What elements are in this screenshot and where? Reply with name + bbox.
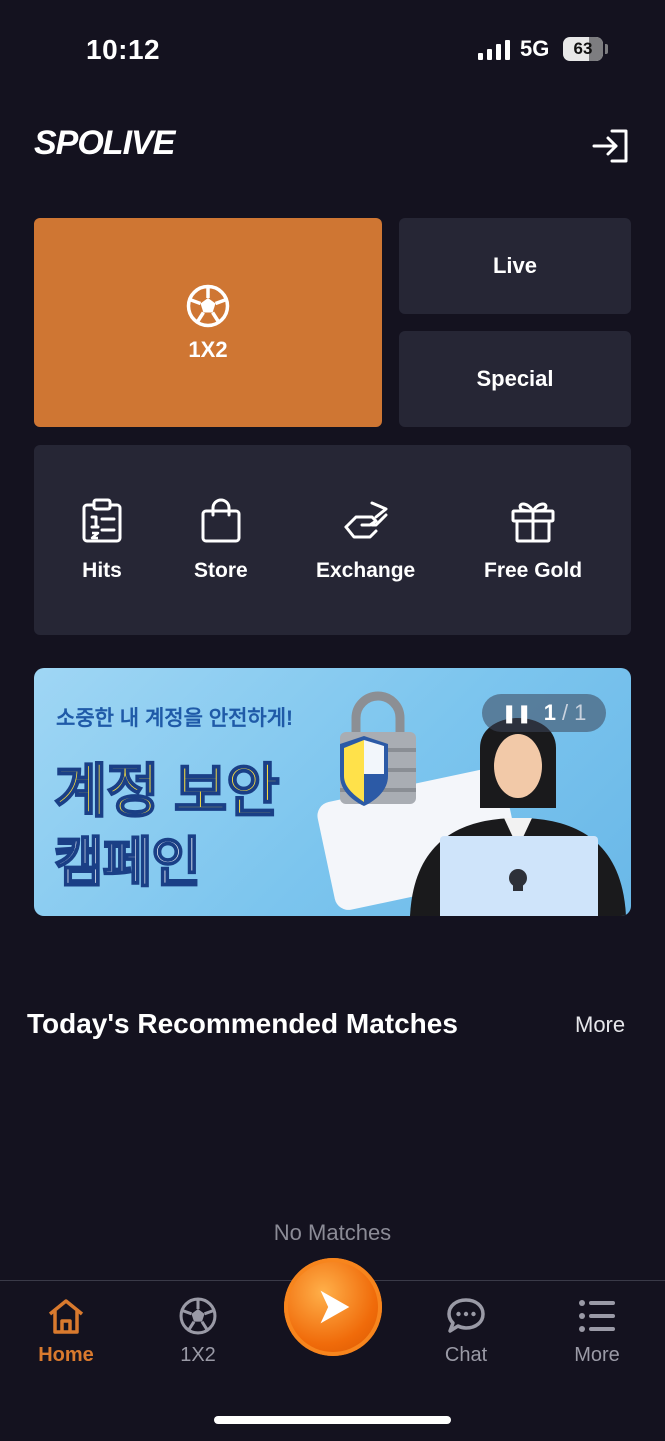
play-button[interactable]	[284, 1258, 382, 1356]
pager-current: 1	[543, 700, 557, 725]
login-icon[interactable]	[590, 128, 630, 164]
menu-item-hits-label: Hits	[82, 559, 122, 582]
tab-1x2[interactable]: 1X2	[143, 1296, 253, 1367]
empty-state-text: No Matches	[273, 1220, 392, 1245]
battery-level: 63	[573, 39, 593, 58]
tab-home-label: Home	[38, 1344, 94, 1366]
pause-icon[interactable]: ❚❚	[502, 703, 532, 724]
banner-subtitle: 소중한 내 계정을 안전하게!	[56, 707, 294, 730]
menu-item-store[interactable]: Store	[194, 497, 248, 583]
gift-icon	[511, 502, 555, 543]
tile-1x2-label: 1X2	[188, 336, 228, 362]
quick-menu: Hits Store Exchange Free Gold	[34, 445, 631, 635]
shopping-bag-icon	[201, 498, 241, 543]
tab-chat-label: Chat	[444, 1344, 488, 1366]
tile-special-label: Special	[476, 366, 554, 391]
battery-icon: 63	[563, 37, 603, 61]
clipboard-icon	[82, 498, 122, 543]
banner-title-line1: 계정 보안	[53, 758, 281, 825]
tile-1x2[interactable]: 1X2	[34, 218, 382, 427]
menu-item-free-gold-label: Free Gold	[484, 559, 583, 582]
list-icon	[579, 1300, 615, 1332]
tab-home[interactable]: Home	[11, 1296, 121, 1367]
tab-more[interactable]: More	[542, 1296, 652, 1367]
menu-item-exchange-label: Exchange	[316, 559, 416, 582]
play-icon	[320, 1290, 350, 1324]
signal-icon	[478, 40, 510, 60]
promo-banner[interactable]: 소중한 내 계정을 안전하게! 계정 보안 캠페인 ❚❚ 1 / 1	[34, 668, 631, 916]
menu-item-free-gold[interactable]: Free Gold	[484, 497, 582, 583]
status-time: 10:12	[86, 34, 161, 65]
home-icon	[48, 1299, 84, 1334]
chat-bubble-icon	[447, 1298, 485, 1333]
tile-live[interactable]: Live	[399, 218, 631, 314]
battery-tip	[605, 44, 608, 54]
home-indicator	[214, 1416, 451, 1424]
menu-item-store-label: Store	[194, 559, 248, 582]
pager-total: 1	[574, 700, 587, 725]
tile-live-label: Live	[492, 253, 538, 278]
recommended-more-link[interactable]: More	[575, 1012, 625, 1038]
tile-special[interactable]: Special	[399, 331, 631, 427]
app-logo: SPOLIVE	[34, 124, 175, 162]
exchange-icon	[344, 501, 388, 539]
network-type: 5G	[520, 36, 550, 61]
menu-item-exchange[interactable]: Exchange	[316, 497, 415, 583]
tab-1x2-label: 1X2	[180, 1344, 216, 1366]
banner-title-line2: 캠페인	[53, 832, 202, 894]
soccer-ball-icon	[179, 1297, 217, 1335]
tab-more-label: More	[574, 1344, 620, 1366]
recommended-matches-title: Today's Recommended Matches	[27, 1008, 458, 1039]
menu-item-hits[interactable]: Hits	[78, 497, 126, 583]
pager-separator: /	[562, 700, 569, 725]
tab-chat[interactable]: Chat	[411, 1296, 521, 1367]
soccer-ball-icon	[186, 284, 230, 327]
banner-pager[interactable]: ❚❚ 1 / 1	[482, 694, 606, 732]
